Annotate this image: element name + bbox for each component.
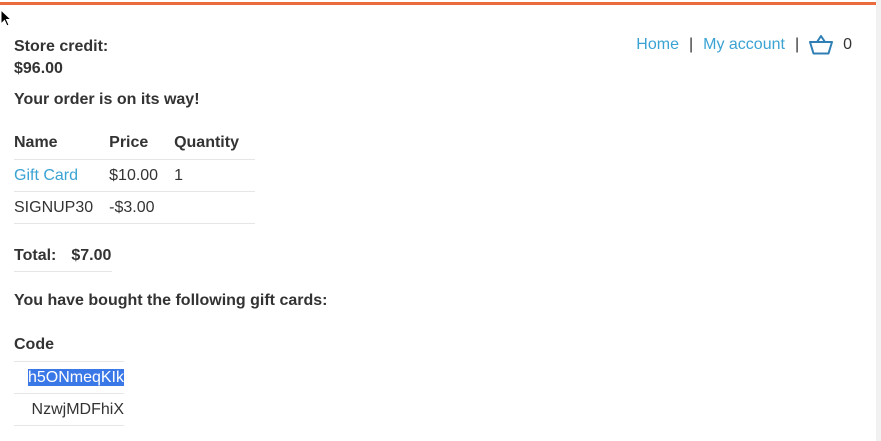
store-credit-label: Store credit: [14, 38, 109, 55]
gift-card-code-selected[interactable]: h5ONmeqKIk [27, 368, 124, 386]
gift-card-code-cell[interactable]: NzwjMDFhiX [14, 393, 124, 426]
order-total: Total: $7.00 [14, 240, 112, 272]
column-header-code: Code [14, 329, 124, 362]
table-header-row: Code [14, 329, 124, 362]
nav-separator: | [794, 36, 800, 53]
cart-count: 0 [843, 36, 852, 53]
column-header-quantity: Quantity [174, 127, 255, 160]
total-label: Total: [14, 246, 57, 264]
mouse-cursor-icon [0, 9, 12, 27]
cart-link[interactable]: 0 [809, 35, 852, 55]
table-row: SIGNUP30 -$3.00 [14, 191, 255, 224]
gift-card-code-cell[interactable]: h5ONmeqKIk [14, 361, 124, 394]
item-price-cell: -$3.00 [109, 191, 175, 224]
basket-icon [809, 35, 834, 55]
home-link[interactable]: Home [636, 36, 679, 54]
scrollbar[interactable] [876, 0, 881, 441]
gift-cards-heading: You have bought the following gift cards… [14, 292, 328, 309]
gift-card-link[interactable]: Gift Card [14, 167, 78, 184]
nav-separator: | [688, 36, 694, 53]
store-credit-amount: $96.00 [14, 60, 63, 77]
total-value: $7.00 [71, 246, 112, 264]
header-accent-bar [0, 2, 876, 5]
column-header-name: Name [14, 127, 110, 160]
store-credit: Store credit: $96.00 [14, 36, 108, 80]
item-quantity-cell: 1 [174, 159, 255, 192]
item-name-cell: Gift Card [14, 159, 110, 192]
column-header-price: Price [109, 127, 175, 160]
gift-card-codes-table: Code h5ONmeqKIk NzwjMDFhiX [14, 329, 124, 426]
table-row: h5ONmeqKIk [14, 361, 124, 394]
table-row: NzwjMDFhiX [14, 393, 124, 426]
item-price-cell: $10.00 [109, 159, 175, 192]
my-account-link[interactable]: My account [703, 36, 785, 54]
item-quantity-cell [174, 191, 255, 224]
table-header-row: Name Price Quantity [14, 127, 255, 160]
order-status-message: Your order is on its way! [14, 91, 200, 108]
order-items-table: Name Price Quantity Gift Card $10.00 1 S… [14, 127, 255, 224]
top-navigation: Home | My account | 0 [636, 34, 852, 56]
item-name-cell: SIGNUP30 [14, 191, 110, 224]
table-row: Gift Card $10.00 1 [14, 159, 255, 192]
